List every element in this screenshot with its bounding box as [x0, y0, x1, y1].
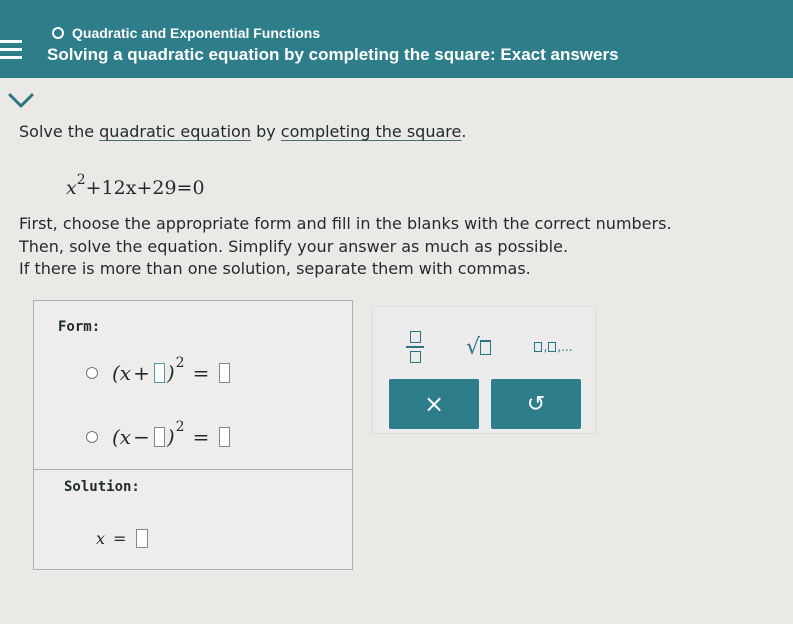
math-tools-panel: √ ,,... × ↺	[372, 306, 596, 434]
equation-variable: x	[66, 177, 77, 199]
radio-form-minus[interactable]	[86, 431, 98, 443]
hamburger-menu-icon[interactable]	[0, 40, 22, 60]
form-plus-blank-1[interactable]	[153, 363, 165, 383]
instruction-3: If there is more than one solution, sepa…	[19, 259, 531, 278]
form-minus-open: (x	[112, 425, 132, 449]
square-root-button[interactable]: √	[457, 329, 501, 365]
intro-suffix: .	[461, 122, 467, 141]
answer-panel: Form: (x + ) 2 = (x − ) 2 = Solution: x …	[33, 300, 353, 570]
top-header: Quadratic and Exponential Functions Solv…	[0, 0, 793, 78]
fraction-denominator-box	[409, 351, 421, 363]
solution-row: x =	[96, 529, 150, 548]
completing-the-square-link[interactable]: completing the square	[281, 122, 462, 141]
equation-rest: +12x+29=0	[85, 177, 205, 199]
solution-equals: =	[113, 529, 127, 548]
close-icon: ×	[423, 390, 445, 418]
topic-row: Quadratic and Exponential Functions	[52, 25, 320, 41]
form-minus-operator: −	[133, 425, 150, 449]
list-box-2	[548, 342, 557, 352]
topic-progress-circle-icon	[52, 27, 64, 39]
list-box-1	[534, 342, 543, 352]
instruction-1: First, choose the appropriate form and f…	[19, 214, 672, 233]
form-plus-blank-2[interactable]	[219, 363, 231, 383]
sqrt-icon: √	[465, 334, 481, 360]
form-option-plus[interactable]: (x + ) 2 =	[86, 355, 232, 385]
intro-prefix: Solve the	[19, 122, 100, 141]
clear-button[interactable]: ×	[389, 379, 479, 429]
lesson-title: Solving a quadratic equation by completi…	[47, 45, 619, 64]
panel-divider	[34, 469, 352, 470]
form-minus-exponent: 2	[175, 419, 185, 435]
form-plus-open: (x	[112, 361, 132, 385]
list-ellipsis: ...	[561, 340, 573, 354]
form-minus-blank-2[interactable]	[219, 427, 231, 447]
list-button[interactable]: ,,...	[523, 331, 583, 363]
form-plus-operator: +	[133, 361, 150, 385]
form-plus-expression: (x + ) 2 =	[112, 355, 232, 385]
form-minus-equals: =	[192, 425, 210, 449]
form-plus-equals: =	[192, 361, 210, 385]
undo-icon: ↺	[526, 391, 546, 417]
fraction-numerator-box	[409, 331, 421, 343]
form-plus-exponent: 2	[175, 355, 185, 371]
fraction-bar	[406, 346, 424, 348]
undo-button[interactable]: ↺	[491, 379, 581, 429]
chevron-down-icon[interactable]	[6, 90, 36, 112]
equation-exponent: 2	[76, 172, 86, 188]
topic-title: Quadratic and Exponential Functions	[72, 25, 321, 41]
form-option-minus[interactable]: (x − ) 2 =	[86, 419, 232, 449]
form-label: Form:	[58, 319, 101, 335]
problem-intro: Solve the quadratic equation by completi…	[19, 122, 466, 141]
intro-middle: by	[250, 122, 281, 141]
solution-label: Solution:	[64, 479, 140, 495]
form-minus-expression: (x − ) 2 =	[112, 419, 232, 449]
instruction-2: Then, solve the equation. Simplify your …	[19, 237, 569, 256]
solution-variable: x	[96, 529, 106, 548]
solution-input[interactable]	[136, 529, 149, 548]
form-minus-close: )	[166, 425, 175, 449]
radio-form-plus[interactable]	[86, 367, 98, 379]
problem-equation: x2+12x+29=0	[66, 172, 205, 199]
form-plus-close: )	[166, 361, 175, 385]
sqrt-box	[480, 339, 492, 355]
fraction-button[interactable]	[395, 325, 435, 369]
quadratic-equation-link[interactable]: quadratic equation	[99, 122, 251, 141]
form-minus-blank-1[interactable]	[153, 427, 165, 447]
